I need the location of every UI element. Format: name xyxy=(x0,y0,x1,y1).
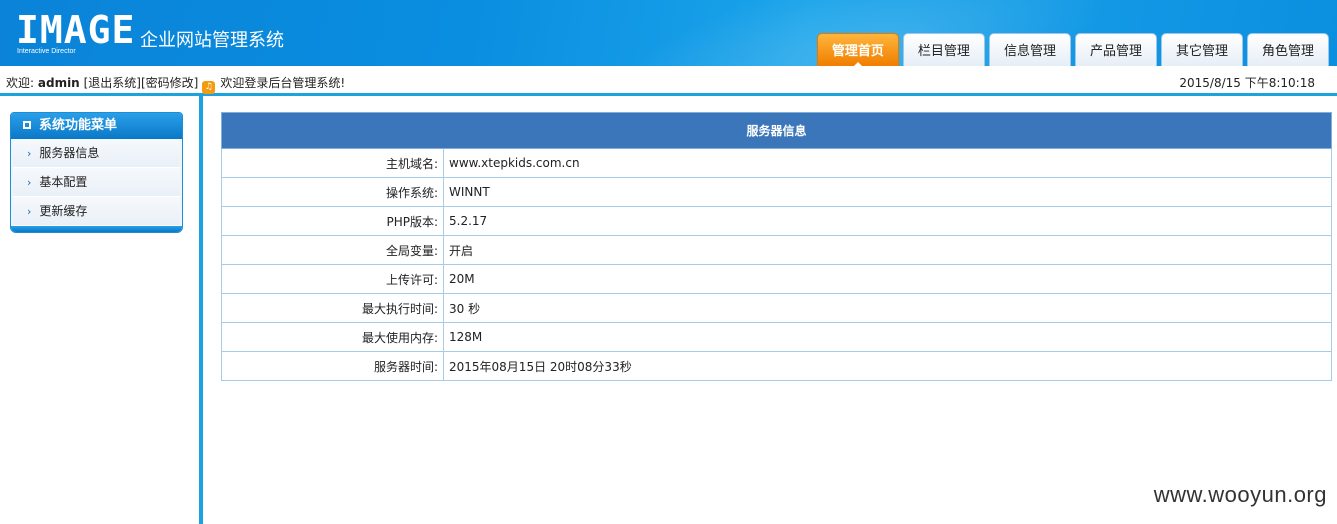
row-value: WINNT xyxy=(443,177,1332,207)
table-row: 全局变量: 开启 xyxy=(221,235,1332,265)
row-value: 30 秒 xyxy=(443,293,1332,323)
sidebar-item-label: 服务器信息 xyxy=(39,146,100,160)
row-label: 最大使用内存: xyxy=(221,322,444,352)
row-label: 服务器时间: xyxy=(221,351,444,381)
row-label: 主机域名: xyxy=(221,148,444,178)
sidebar-item-update-cache[interactable]: › 更新缓存 xyxy=(13,197,180,226)
row-value: 5.2.17 xyxy=(443,206,1332,236)
server-info-table: 服务器信息 主机域名: www.xtepkids.com.cn 操作系统: WI… xyxy=(221,112,1332,381)
watermark: www.wooyun.org xyxy=(1153,482,1327,507)
tab-home[interactable]: 管理首页 xyxy=(816,33,899,66)
row-label: 全局变量: xyxy=(221,235,444,265)
row-value: 128M xyxy=(443,322,1332,352)
sidebar-item-basic-config[interactable]: › 基本配置 xyxy=(13,168,180,197)
header-banner: IMAGE Interactive Director 企业网站管理系统 管理首页… xyxy=(0,0,1337,66)
sidebar-item-label: 更新缓存 xyxy=(39,204,88,218)
row-label: 操作系统: xyxy=(221,177,444,207)
tab-other-management[interactable]: 其它管理 xyxy=(1160,33,1243,66)
menu-header: 系统功能菜单 xyxy=(11,113,182,139)
tab-column-management[interactable]: 栏目管理 xyxy=(902,33,985,66)
site-title: 企业网站管理系统 xyxy=(140,30,284,50)
row-value: 2015年08月15日 20时08分33秒 xyxy=(443,351,1332,381)
tab-other-management-label: 其它管理 xyxy=(1175,43,1228,58)
table-row: PHP版本: 5.2.17 xyxy=(221,206,1332,236)
logo-wordmark: IMAGE xyxy=(16,8,136,52)
chevron-right-icon: › xyxy=(27,176,32,189)
menu-title: 系统功能菜单 xyxy=(39,118,118,133)
server-info-title: 服务器信息 xyxy=(221,112,1332,149)
function-menu: 系统功能菜单 › 服务器信息 › 基本配置 › 更新缓存 xyxy=(10,112,183,233)
table-row: 最大使用内存: 128M xyxy=(221,322,1332,352)
logo-subtitle: Interactive Director xyxy=(17,48,76,55)
top-nav-tabs: 管理首页 栏目管理 信息管理 产品管理 其它管理 角色管理 xyxy=(816,33,1329,66)
chevron-right-icon: › xyxy=(27,205,32,218)
row-label: PHP版本: xyxy=(221,206,444,236)
current-datetime: 2015/8/15 下午8:10:18 xyxy=(1179,76,1315,90)
table-row: 最大执行时间: 30 秒 xyxy=(221,293,1332,323)
sidebar: 系统功能菜单 › 服务器信息 › 基本配置 › 更新缓存 xyxy=(0,96,200,524)
sidebar-item-label: 基本配置 xyxy=(39,175,88,189)
tab-role-management-label: 角色管理 xyxy=(1261,43,1314,58)
table-row: 操作系统: WINNT xyxy=(221,177,1332,207)
tab-role-management[interactable]: 角色管理 xyxy=(1246,33,1329,66)
logo: IMAGE Interactive Director xyxy=(8,6,136,55)
username: admin xyxy=(37,76,80,90)
frame-splitter[interactable] xyxy=(199,96,203,524)
tab-info-management-label: 信息管理 xyxy=(1003,43,1056,58)
table-header-row: 服务器信息 xyxy=(221,112,1332,149)
user-info: 欢迎: admin [退出系统][密码修改] ♫ 欢迎登录后台管理系统! xyxy=(6,74,345,94)
table-row: 服务器时间: 2015年08月15日 20时08分33秒 xyxy=(221,351,1332,381)
welcome-prefix: 欢迎: xyxy=(6,76,35,90)
row-value: www.xtepkids.com.cn xyxy=(443,148,1332,178)
table-row: 主机域名: www.xtepkids.com.cn xyxy=(221,148,1332,178)
tab-info-management[interactable]: 信息管理 xyxy=(988,33,1071,66)
speaker-icon: ♫ xyxy=(202,81,216,94)
chevron-right-icon: › xyxy=(27,147,32,160)
table-row: 上传许可: 20M xyxy=(221,264,1332,294)
row-label: 上传许可: xyxy=(221,264,444,294)
row-label: 最大执行时间: xyxy=(221,293,444,323)
tab-column-management-label: 栏目管理 xyxy=(917,43,970,58)
welcome-message: 欢迎登录后台管理系统! xyxy=(220,76,346,90)
logout-link[interactable]: [退出系统] xyxy=(84,76,141,90)
row-value: 开启 xyxy=(443,235,1332,265)
tab-product-management[interactable]: 产品管理 xyxy=(1074,33,1157,66)
tab-product-management-label: 产品管理 xyxy=(1089,43,1142,58)
user-bar: 欢迎: admin [退出系统][密码修改] ♫ 欢迎登录后台管理系统! 2015/… xyxy=(0,66,1337,96)
sidebar-item-server-info[interactable]: › 服务器信息 xyxy=(13,139,180,168)
row-value: 20M xyxy=(443,264,1332,294)
menu-square-icon xyxy=(23,121,31,129)
change-password-link[interactable]: [密码修改] xyxy=(141,76,198,90)
menu-footer xyxy=(11,226,182,232)
tab-home-label: 管理首页 xyxy=(831,43,884,58)
